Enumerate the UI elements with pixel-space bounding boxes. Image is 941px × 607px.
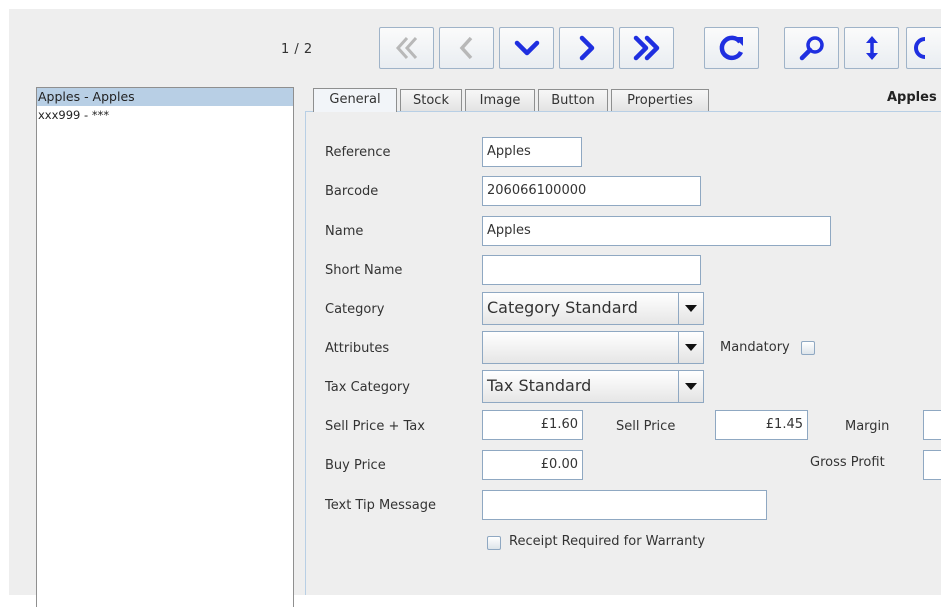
tax-category-select[interactable]: Tax Standard: [482, 370, 704, 403]
sell-price-label: Sell Price: [616, 419, 676, 434]
text-tip-label: Text Tip Message: [325, 498, 436, 513]
down-button[interactable]: [499, 27, 554, 69]
product-title: Apples: [887, 90, 937, 105]
double-chevron-left-icon: [395, 36, 417, 60]
double-chevron-right-icon: [633, 35, 659, 61]
category-value: Category Standard: [487, 298, 638, 317]
warranty-checkbox[interactable]: [487, 536, 501, 550]
reference-label: Reference: [325, 145, 391, 160]
buy-price-label: Buy Price: [325, 458, 386, 473]
sort-button[interactable]: [844, 27, 899, 69]
barcode-input[interactable]: 206066100000: [482, 176, 701, 206]
list-item[interactable]: Apples - Apples: [37, 88, 293, 106]
buy-price-input[interactable]: £0.00: [482, 450, 583, 480]
tab-properties[interactable]: Properties: [611, 89, 709, 111]
sell-price-input[interactable]: £1.45: [715, 410, 808, 440]
tab-button[interactable]: Button: [538, 89, 608, 111]
mandatory-label: Mandatory: [720, 340, 790, 355]
dropdown-arrow[interactable]: [678, 332, 703, 363]
gross-profit-label: Gross Profit: [810, 455, 885, 470]
partial-icon: [914, 37, 926, 59]
chevron-left-icon: [459, 36, 472, 60]
gross-profit-input[interactable]: [923, 450, 941, 480]
tab-stock[interactable]: Stock: [400, 89, 462, 111]
tax-category-value: Tax Standard: [487, 376, 592, 395]
last-record-button[interactable]: [619, 27, 674, 69]
tab-general[interactable]: General: [313, 88, 397, 112]
chevron-right-icon: [579, 35, 594, 61]
attributes-select[interactable]: [482, 331, 704, 364]
sell-price-tax-label: Sell Price + Tax: [325, 419, 425, 434]
triangle-down-icon: [685, 304, 697, 312]
refresh-icon: [719, 35, 743, 61]
warranty-label: Receipt Required for Warranty: [509, 534, 706, 549]
general-panel: Reference Apples Barcode 206066100000 Na…: [305, 112, 941, 595]
mandatory-checkbox[interactable]: [801, 341, 815, 355]
first-record-button[interactable]: [379, 27, 434, 69]
vertical-arrows-icon: [865, 36, 878, 60]
more-button[interactable]: [906, 27, 941, 69]
chevron-down-icon: [514, 40, 539, 56]
margin-label: Margin: [845, 419, 890, 434]
reload-button[interactable]: [704, 27, 759, 69]
next-record-button[interactable]: [559, 27, 614, 69]
triangle-down-icon: [685, 343, 697, 351]
category-select[interactable]: Category Standard: [482, 292, 704, 325]
list-item[interactable]: xxx999 - ***: [37, 106, 293, 124]
attributes-label: Attributes: [325, 341, 390, 356]
name-label: Name: [325, 224, 364, 239]
tax-category-label: Tax Category: [325, 380, 410, 395]
search-button[interactable]: [784, 27, 839, 69]
previous-record-button[interactable]: [439, 27, 494, 69]
sell-price-tax-input[interactable]: £1.60: [482, 410, 583, 440]
record-counter: 1 / 2: [281, 42, 313, 57]
text-tip-input[interactable]: [482, 490, 767, 520]
name-input[interactable]: Apples: [482, 216, 831, 246]
triangle-down-icon: [685, 382, 697, 390]
product-list[interactable]: Apples - Apples xxx999 - ***: [36, 87, 294, 607]
tab-image[interactable]: Image: [465, 89, 535, 111]
margin-input[interactable]: [923, 410, 941, 440]
dropdown-arrow[interactable]: [678, 293, 703, 324]
barcode-label: Barcode: [325, 184, 379, 199]
short-name-label: Short Name: [325, 263, 403, 278]
reference-input[interactable]: Apples: [482, 137, 582, 167]
dropdown-arrow[interactable]: [678, 371, 703, 402]
short-name-input[interactable]: [482, 255, 701, 285]
category-label: Category: [325, 302, 385, 317]
app-window: 1 / 2 Apples - Apples xxx999 - *** Gener…: [9, 9, 941, 607]
search-icon: [799, 36, 824, 61]
